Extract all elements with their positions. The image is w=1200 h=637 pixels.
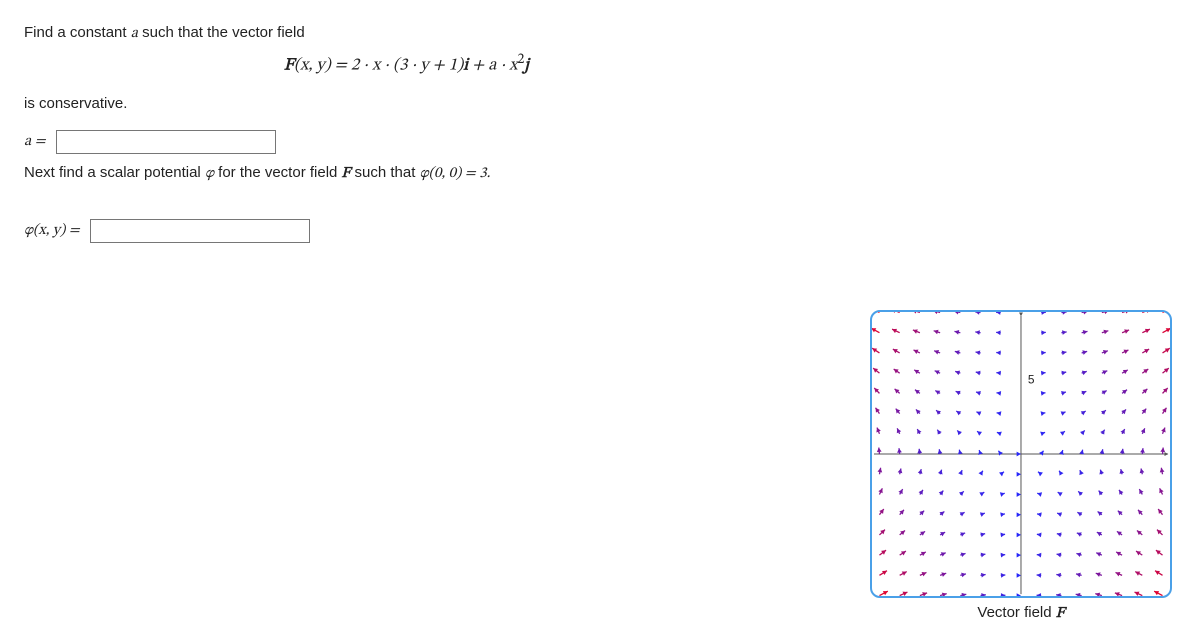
q2-pre: Next find a scalar potential xyxy=(24,164,205,181)
is-conservative: is conservative. xyxy=(24,95,1200,112)
F-symbol: F xyxy=(284,58,294,75)
q2-mid: for the vector field xyxy=(214,164,342,181)
plot-svg: 5 xyxy=(872,312,1170,596)
q1-tail: such that the vector field xyxy=(138,24,305,41)
caption-F: F xyxy=(1056,606,1065,621)
a-label: a = xyxy=(24,132,46,151)
eq-plus: + a · x xyxy=(468,58,517,75)
answer-a-input[interactable] xyxy=(56,130,276,154)
displayed-equation: F(x, y) = 2 · x · (3 · y + 1)i + a · x2j xyxy=(284,51,1200,77)
question-text-2: Next find a scalar potential φ for the v… xyxy=(24,164,1200,183)
phi-condition: φ(0, 0) = 3. xyxy=(420,166,491,181)
question-text-1: Find a constant a such that the vector f… xyxy=(24,24,1200,43)
plot-container: 5 Vector field F xyxy=(870,310,1172,623)
answer-phi-input[interactable] xyxy=(90,219,310,243)
phi-label: φ(x, y) = xyxy=(24,221,80,240)
q1-intro: Find a constant xyxy=(24,24,131,41)
answer-a-row: a = xyxy=(24,130,1200,154)
caption-pre: Vector field xyxy=(977,604,1055,621)
j-vector: j xyxy=(524,58,528,75)
plot-caption: Vector field F xyxy=(870,604,1172,623)
phi-symbol: φ xyxy=(205,166,214,181)
answer-phi-row: φ(x, y) = xyxy=(24,219,1200,243)
vector-field-plot: 5 xyxy=(870,310,1172,598)
eq-args: (x, y) = 2 · x · (3 · y + 1) xyxy=(294,58,463,75)
tick-5: 5 xyxy=(1028,373,1035,387)
q2-post1: such that xyxy=(350,164,419,181)
var-a: a xyxy=(131,26,138,41)
